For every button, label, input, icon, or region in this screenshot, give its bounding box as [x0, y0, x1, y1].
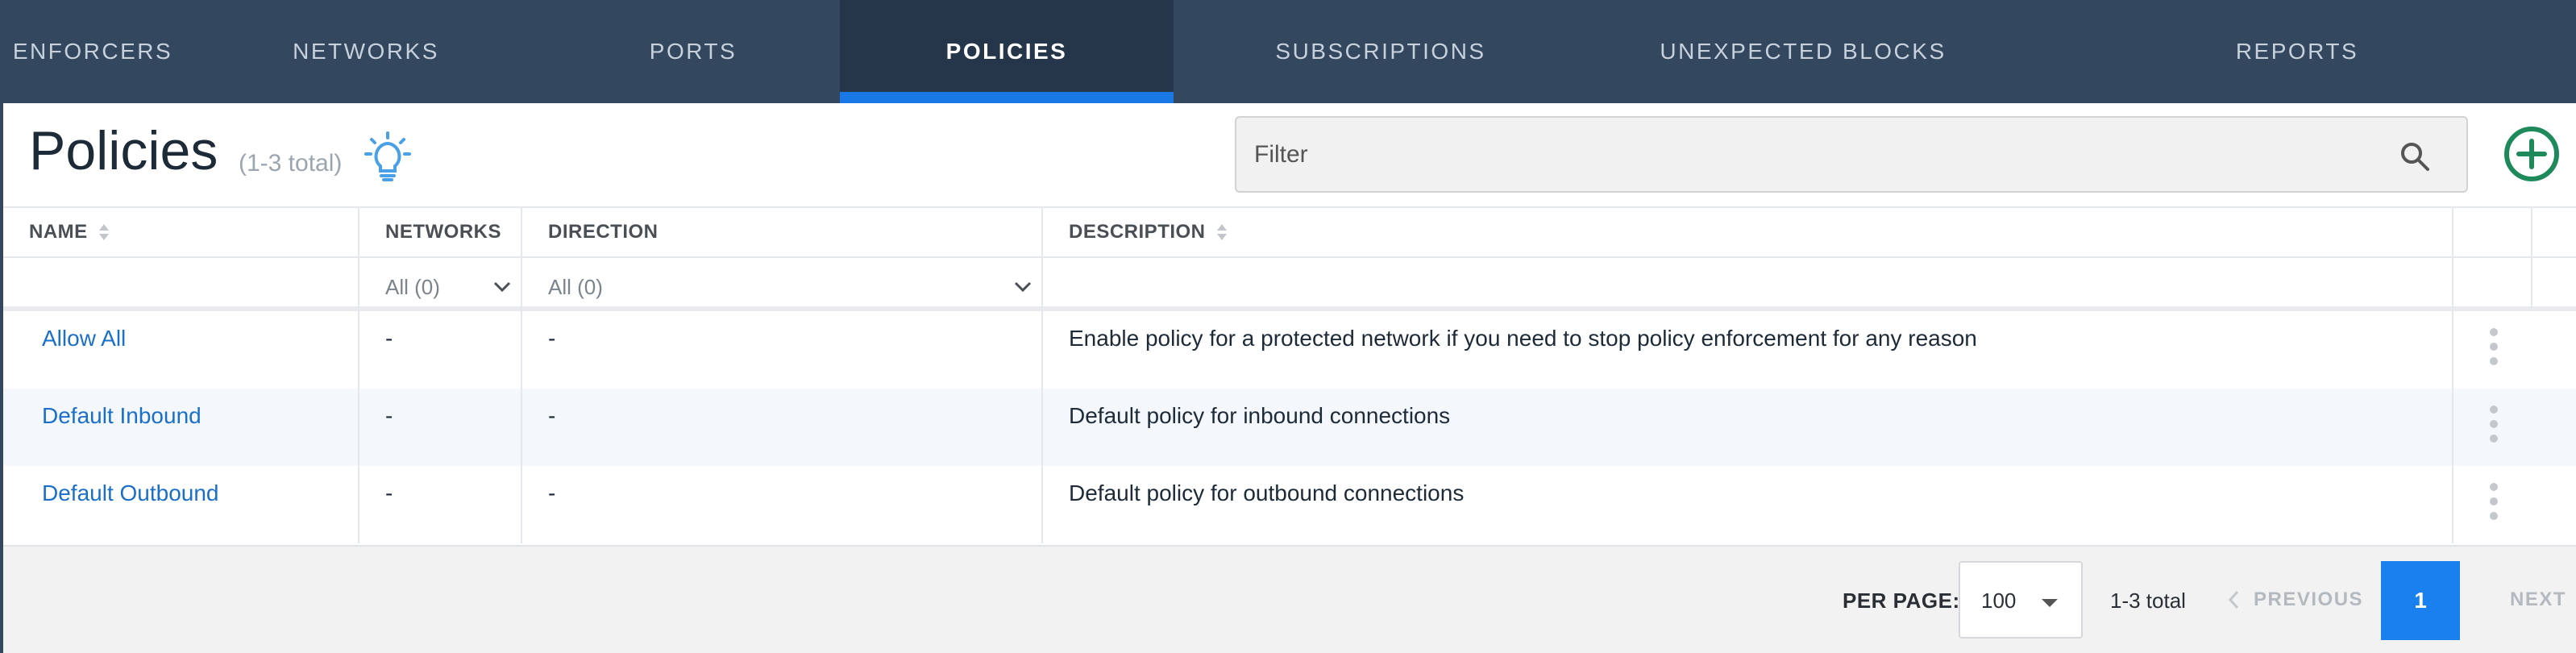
policy-name-link[interactable]: Allow All — [42, 326, 126, 351]
table-top-border — [3, 206, 2576, 208]
table-row: Default Outbound - - Default policy for … — [3, 466, 2576, 543]
tab-ports[interactable]: PORTS — [546, 0, 840, 103]
description-cell: Enable policy for a protected network if… — [1069, 326, 1977, 351]
column-header-label: DESCRIPTION — [1069, 221, 1206, 243]
page-button-1[interactable]: 1 — [2381, 561, 2460, 640]
caret-down-icon — [2042, 599, 2058, 607]
row-menu-icon[interactable] — [2487, 405, 2500, 443]
tab-enforcers[interactable]: ENFORCERS — [0, 0, 185, 103]
column-header-networks: NETWORKS — [385, 221, 501, 243]
page-count: (1-3 total) — [239, 150, 343, 177]
networks-filter-select[interactable]: All (0) — [385, 269, 511, 305]
add-policy-button[interactable] — [2503, 126, 2560, 182]
per-page-value: 100 — [1981, 589, 2017, 613]
column-header-label: DIRECTION — [548, 221, 659, 243]
next-page-button[interactable]: NEXT — [2510, 589, 2576, 611]
direction-filter-select[interactable]: All (0) — [548, 269, 1032, 305]
direction-cell: - — [548, 480, 556, 505]
direction-cell: - — [548, 403, 556, 428]
tab-networks[interactable]: NETWORKS — [185, 0, 546, 103]
column-header-name[interactable]: NAME — [29, 221, 110, 243]
row-menu-icon[interactable] — [2487, 327, 2500, 366]
tab-policies[interactable]: POLICIES — [840, 0, 1174, 103]
chevron-down-icon — [493, 281, 511, 293]
table-row: Default Inbound - - Default policy for i… — [3, 389, 2576, 466]
header-divider — [3, 256, 2576, 258]
page-title: Policies — [29, 120, 218, 181]
sort-icon — [1216, 224, 1227, 240]
tab-subscriptions[interactable]: SUBSCRIPTIONS — [1174, 0, 1588, 103]
tab-reports[interactable]: REPORTS — [2018, 0, 2576, 103]
previous-label: PREVIOUS — [2254, 589, 2364, 610]
column-header-label: NAME — [29, 221, 88, 243]
sort-icon — [98, 224, 109, 240]
filter-input[interactable] — [1254, 118, 2383, 191]
search-icon[interactable] — [2399, 140, 2431, 173]
top-nav: ENFORCERS NETWORKS PORTS POLICIES SUBSCR… — [0, 0, 2576, 103]
description-cell: Default policy for outbound connections — [1069, 480, 1465, 505]
next-label: NEXT — [2510, 589, 2567, 610]
column-divider — [2531, 206, 2532, 311]
pagination-total: 1-3 total — [2110, 589, 2186, 613]
per-page-select[interactable]: 100 — [1959, 561, 2083, 638]
column-divider — [521, 206, 522, 543]
direction-filter-value: All (0) — [548, 274, 603, 299]
networks-filter-value: All (0) — [385, 274, 440, 299]
networks-cell: - — [385, 326, 393, 351]
column-header-label: NETWORKS — [385, 221, 501, 243]
chevron-left-icon — [2228, 590, 2239, 609]
policy-name-link[interactable]: Default Outbound — [42, 480, 219, 506]
tab-unexpected-blocks[interactable]: UNEXPECTED BLOCKS — [1588, 0, 2018, 103]
column-divider — [1041, 206, 1043, 543]
column-header-description[interactable]: DESCRIPTION — [1069, 221, 1228, 243]
column-divider — [2452, 206, 2453, 543]
lightbulb-icon[interactable] — [364, 131, 411, 182]
column-header-direction: DIRECTION — [548, 221, 659, 243]
row-menu-icon[interactable] — [2487, 482, 2500, 521]
pagination-bar: PER PAGE: 100 1-3 total PREVIOUS 1 NEXT — [3, 545, 2576, 653]
column-divider — [358, 206, 359, 543]
per-page-label: PER PAGE: — [1843, 589, 1960, 613]
chevron-down-icon — [1014, 281, 1032, 293]
description-cell: Default policy for inbound connections — [1069, 403, 1451, 428]
direction-cell: - — [548, 326, 556, 351]
policy-name-link[interactable]: Default Inbound — [42, 403, 202, 429]
previous-page-button[interactable]: PREVIOUS — [2228, 589, 2363, 611]
table-row: Allow All - - Enable policy for a protec… — [3, 311, 2576, 389]
filter-box — [1235, 116, 2468, 193]
networks-cell: - — [385, 480, 393, 505]
networks-cell: - — [385, 403, 393, 428]
